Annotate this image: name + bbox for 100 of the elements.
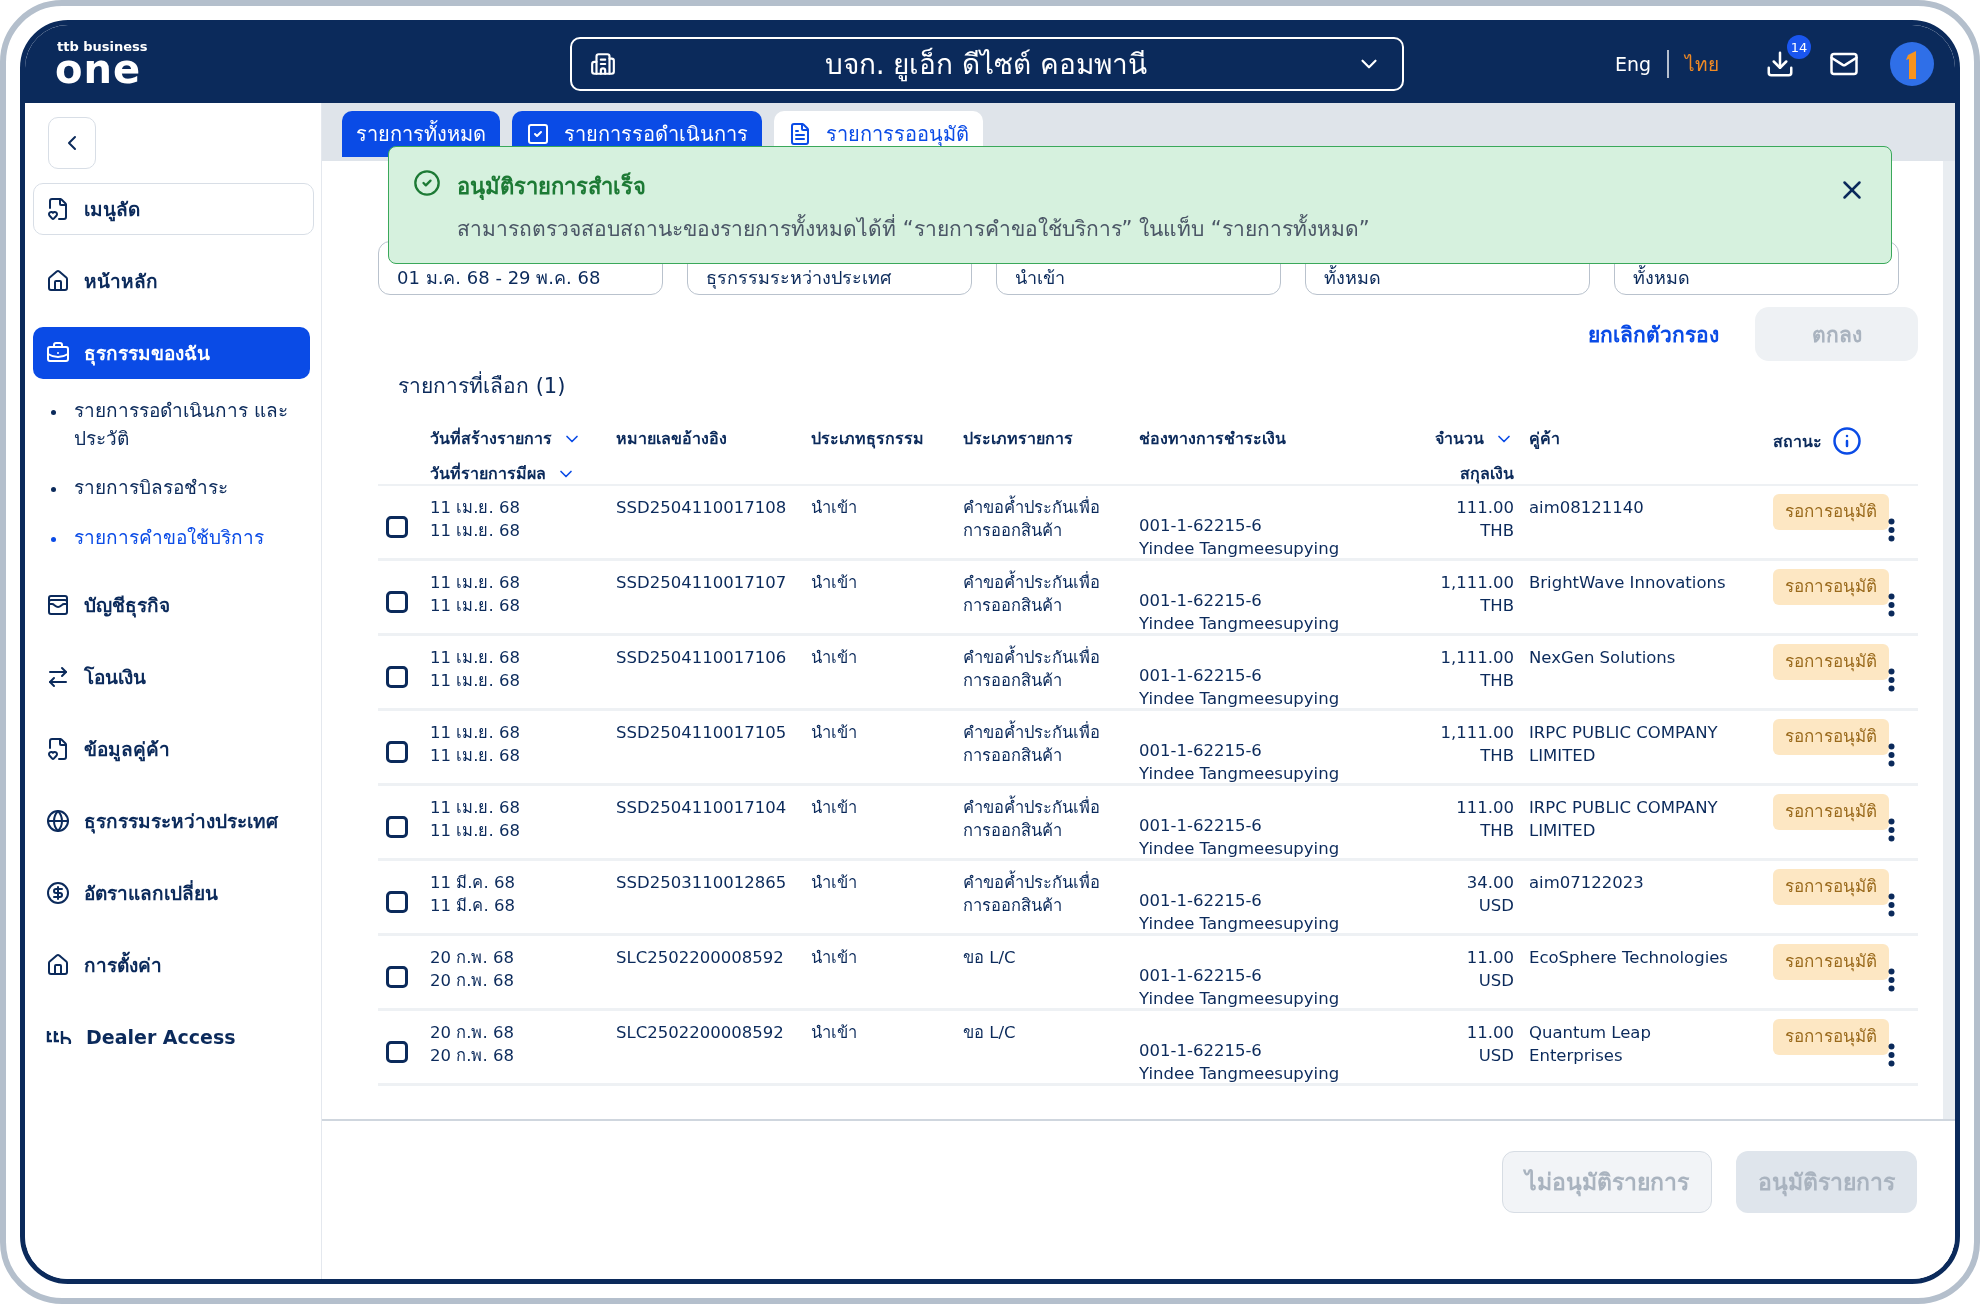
partner-name: NexGen Solutions [1529, 647, 1676, 669]
amount: 111.00 [1456, 497, 1514, 519]
toast-title: อนุมัติรายการสำเร็จ [457, 171, 647, 202]
avatar-icon[interactable] [1889, 41, 1935, 87]
more-options-button[interactable] [1888, 518, 1895, 542]
sidebar-subitem[interactable]: รายการบิลรอชำระ [51, 474, 313, 502]
home-icon [46, 953, 70, 978]
row-checkbox[interactable] [386, 516, 408, 538]
status-tag: รอการอนุมัติ [1773, 569, 1889, 605]
document-icon [788, 122, 812, 146]
more-options-button[interactable] [1888, 968, 1895, 992]
account-name: Yindee Tangmeesupying [1139, 913, 1340, 936]
more-icon [1888, 743, 1895, 767]
created-date: 11 เม.ย. 68 [430, 722, 520, 744]
reference-number: SSD2504110017104 [616, 797, 787, 819]
notification-badge: 14 [1787, 35, 1811, 59]
language-option[interactable]: ไทย [1669, 49, 1735, 79]
created-date: 11 เม.ย. 68 [430, 572, 520, 594]
status-tag: รอการอนุมัติ [1773, 719, 1889, 755]
amount: 1,111.00 [1440, 647, 1514, 669]
column-header: สถานะ [1773, 430, 1822, 453]
more-options-button[interactable] [1888, 818, 1895, 842]
transaction-type: นำเข้า [811, 722, 857, 744]
column-header: ประเภทธุรกรรม [811, 428, 924, 451]
partner-name: EcoSphere Technologies [1529, 947, 1728, 969]
effective-date: 11 เม.ย. 68 [430, 520, 520, 543]
more-icon [1888, 818, 1895, 842]
row-checkbox[interactable] [386, 816, 408, 838]
row-checkbox[interactable] [386, 1041, 408, 1063]
column-header: หมายเลขอ้างอิง [616, 428, 727, 450]
more-icon [1888, 893, 1895, 917]
currency: USD [1478, 895, 1514, 918]
effective-date: 11 เม.ย. 68 [430, 595, 520, 618]
currency: THB [1480, 820, 1514, 843]
row-checkbox[interactable] [386, 666, 408, 688]
reference-number: SSD2504110017105 [616, 722, 787, 744]
account-number: 001-1-62215-6 [1139, 890, 1262, 912]
transaction-type: นำเข้า [811, 872, 857, 894]
item-type: คำขอค้ำประกันเพื่อการออกสินค้า [963, 796, 1113, 843]
partner-name: Quantum Leap Enterprises [1529, 1022, 1652, 1068]
account-number: 001-1-62215-6 [1139, 515, 1262, 537]
amount: 111.00 [1456, 797, 1514, 819]
wallet-icon [46, 593, 70, 618]
partner-name: IRPC PUBLIC COMPANY LIMITED [1529, 797, 1719, 843]
currency: THB [1480, 745, 1514, 768]
effective-date: 20 ก.พ. 68 [430, 970, 514, 993]
item-type: คำขอค้ำประกันเพื่อการออกสินค้า [963, 721, 1113, 768]
reference-number: SSD2503110012865 [616, 872, 787, 894]
more-options-button[interactable] [1888, 593, 1895, 617]
reference-number: SSD2504110017107 [616, 572, 787, 594]
transaction-type: นำเข้า [811, 1022, 857, 1044]
item-type: ขอ L/C [963, 1022, 1016, 1044]
item-type: ขอ L/C [963, 947, 1016, 969]
account-number: 001-1-62215-6 [1139, 740, 1262, 762]
column-header: ช่องทางการชำระเงิน [1139, 428, 1286, 450]
row-checkbox[interactable] [386, 591, 408, 613]
account-name: Yindee Tangmeesupying [1139, 613, 1340, 636]
more-options-button[interactable] [1888, 893, 1895, 917]
effective-date: 11 เม.ย. 68 [430, 820, 520, 843]
account-number: 001-1-62215-6 [1139, 665, 1262, 687]
more-icon [1888, 1043, 1895, 1067]
column-header: คู่ค้า [1529, 428, 1560, 451]
transaction-type: นำเข้า [811, 797, 857, 819]
company-dropdown[interactable]: บจก. ยูเอ็ก ดีไซต์ คอมพานี [570, 37, 1404, 91]
sidebar-item[interactable]: ธุรกรรมของฉัน [33, 327, 310, 379]
partner-name: aim07122023 [1529, 872, 1644, 894]
reference-number: SSD2504110017106 [616, 647, 787, 669]
sidebar-subitem[interactable]: รายการคำขอใช้บริการ [51, 523, 313, 552]
reference-number: SLC2502200008592 [616, 1022, 784, 1044]
partner-name: aim08121140 [1529, 497, 1644, 519]
building-icon [590, 51, 616, 77]
more-options-button[interactable] [1888, 743, 1895, 767]
clear-filter-link[interactable]: ยกเลิกตัวกรอง [1582, 316, 1725, 352]
globe-icon [46, 809, 70, 834]
row-checkbox[interactable] [386, 966, 408, 988]
more-options-button[interactable] [1888, 668, 1895, 692]
status-tag: รอการอนุมัติ [1773, 494, 1889, 530]
status-tag: รอการอนุมัติ [1773, 794, 1889, 830]
shortcut-menu-button[interactable]: เมนูลัด [33, 183, 314, 235]
info-icon[interactable] [1832, 426, 1862, 456]
item-type: คำขอค้ำประกันเพื่อการออกสินค้า [963, 496, 1113, 543]
effective-date: 11 เม.ย. 68 [430, 745, 520, 768]
language-option[interactable]: Eng [1598, 53, 1667, 75]
account-name: Yindee Tangmeesupying [1139, 763, 1340, 786]
more-options-button[interactable] [1888, 1043, 1895, 1067]
sidebar-subitem[interactable]: รายการรอดำเนินการ และประวัติ [51, 397, 313, 453]
item-type: คำขอค้ำประกันเพื่อการออกสินค้า [963, 871, 1113, 918]
scrollbar-track[interactable] [1943, 161, 1955, 1119]
row-checkbox[interactable] [386, 891, 408, 913]
account-name: Yindee Tangmeesupying [1139, 1063, 1340, 1086]
row-checkbox[interactable] [386, 741, 408, 763]
account-name: Yindee Tangmeesupying [1139, 838, 1340, 861]
selected-count: รายการที่เลือก (1) [398, 369, 1918, 402]
created-date: 20 ก.พ. 68 [430, 947, 514, 969]
account-number: 001-1-62215-6 [1139, 1040, 1262, 1062]
created-date: 11 เม.ย. 68 [430, 797, 520, 819]
effective-date: 11 มี.ค. 68 [430, 895, 515, 918]
home-icon [46, 269, 70, 293]
more-icon [1888, 593, 1895, 617]
account-name: Yindee Tangmeesupying [1139, 538, 1340, 561]
